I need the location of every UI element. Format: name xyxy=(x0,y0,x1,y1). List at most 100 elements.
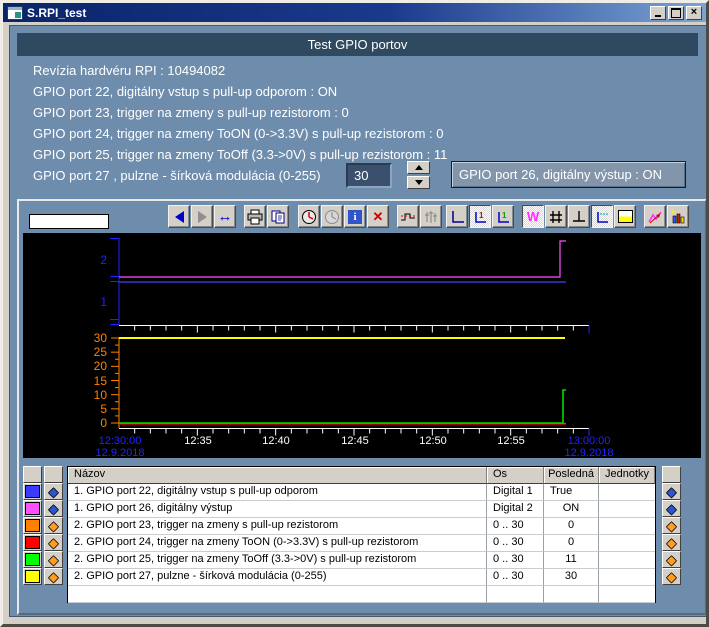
digital-tick-1: 1 xyxy=(100,295,107,309)
table-row[interactable]: 1. GPIO port 22, digitálny vstup s pull-… xyxy=(68,484,655,501)
info-line-gpio23: GPIO port 23, trigger na zmeny s pull-up… xyxy=(33,105,349,123)
trend-textbox[interactable] xyxy=(29,214,109,229)
color-swatch-button[interactable] xyxy=(23,534,42,551)
time-label-end: 13:00:00 xyxy=(568,435,611,447)
axis-time-icon xyxy=(594,209,610,225)
maximize-button[interactable] xyxy=(668,6,684,20)
diamond-icon: ◆ xyxy=(49,537,58,549)
column-header-axis[interactable]: Os xyxy=(487,467,544,484)
table-header-row: Názov Os Posledná Jednotky xyxy=(68,467,655,484)
y-tick-15: 15 xyxy=(94,374,108,388)
diamond-icon: ◆ xyxy=(49,554,58,566)
date-label-end: 12.9.2018 xyxy=(565,447,614,458)
axis-left-button[interactable] xyxy=(446,205,468,228)
table-row[interactable]: 1. GPIO port 26, digitálny výstup Digita… xyxy=(68,501,655,518)
arrow-up-icon xyxy=(415,165,423,170)
close-button[interactable]: × xyxy=(686,6,702,20)
back-button[interactable] xyxy=(168,205,190,228)
realtime-clock-button[interactable] xyxy=(298,205,320,228)
series-select-button[interactable]: ◆ xyxy=(44,551,63,568)
gpio26-toggle-button[interactable]: GPIO port 26, digitálny výstup : ON xyxy=(451,161,686,188)
back-icon xyxy=(175,211,184,223)
y-tick-20: 20 xyxy=(94,359,108,373)
cell-last: 11 xyxy=(544,552,599,569)
close-trend-button[interactable]: ✕ xyxy=(367,205,389,228)
trend-table: Názov Os Posledná Jednotky 1. GPIO port … xyxy=(67,466,656,603)
cell-last: ON xyxy=(544,501,599,518)
curves-button[interactable]: W xyxy=(522,205,544,228)
axis-1-red-button[interactable]: 1 xyxy=(469,205,491,228)
time-range-button[interactable]: ↔ xyxy=(214,205,236,228)
forward-button[interactable] xyxy=(191,205,213,228)
cell-axis: 0 .. 30 xyxy=(487,552,544,569)
cell-axis: 0 .. 30 xyxy=(487,569,544,586)
trend-chart-area[interactable]: 2 1 30 25 20 15 10 5 0 xyxy=(23,233,701,458)
axis-time-button[interactable] xyxy=(591,205,613,228)
info-icon: i xyxy=(348,210,362,224)
series-select-button[interactable]: ◆ xyxy=(44,500,63,517)
background-button[interactable] xyxy=(614,205,636,228)
axis-1-green-button[interactable]: 1 xyxy=(492,205,514,228)
pwm-value-input[interactable] xyxy=(346,163,392,188)
grid-button[interactable] xyxy=(545,205,567,228)
axis-l-icon xyxy=(449,209,465,225)
histogram-button[interactable] xyxy=(420,205,442,228)
print-button[interactable] xyxy=(244,205,266,228)
history-clock-button[interactable] xyxy=(321,205,343,228)
column-header-last[interactable]: Posledná xyxy=(544,467,599,484)
trend-chart: 2 1 30 25 20 15 10 5 0 xyxy=(23,233,701,458)
cell-units xyxy=(599,535,655,552)
swatch xyxy=(25,570,40,583)
cell-axis: 0 .. 30 xyxy=(487,518,544,535)
cell-axis: Digital 2 xyxy=(487,501,544,518)
color-swatch-button[interactable] xyxy=(23,551,42,568)
spinner-up-button[interactable] xyxy=(407,161,430,174)
yellow-box-icon xyxy=(618,210,633,223)
diamond-icon: ◆ xyxy=(667,537,676,549)
color-swatch-button[interactable] xyxy=(23,568,42,585)
printer-icon xyxy=(247,209,263,225)
table-row[interactable]: 2. GPIO port 23, trigger na zmeny s pull… xyxy=(68,518,655,535)
copy-button[interactable] xyxy=(267,205,289,228)
column-header-name[interactable]: Názov xyxy=(68,467,487,484)
cell-name: 1. GPIO port 22, digitálny vstup s pull-… xyxy=(68,484,487,501)
series-select-button-right[interactable]: ◆ xyxy=(662,483,681,500)
svg-text:1: 1 xyxy=(502,211,507,220)
color-swatch-button[interactable] xyxy=(23,517,42,534)
diamond-header-cell xyxy=(44,466,63,483)
diamond-icon: ◆ xyxy=(667,554,676,566)
minimize-button[interactable] xyxy=(650,6,666,20)
table-row[interactable]: 2. GPIO port 27, pulzne - šírková modulá… xyxy=(68,569,655,586)
time-label-start: 12:30:00 xyxy=(99,435,142,447)
series-select-button[interactable]: ◆ xyxy=(44,483,63,500)
y-tick-25: 25 xyxy=(94,345,108,359)
info-button[interactable]: i xyxy=(344,205,366,228)
forward-icon xyxy=(198,211,207,223)
cell-units xyxy=(599,518,655,535)
graph-type-button[interactable] xyxy=(667,205,689,228)
series-select-button[interactable]: ◆ xyxy=(44,534,63,551)
limits-button[interactable] xyxy=(397,205,419,228)
axis-bottom-button[interactable] xyxy=(568,205,590,228)
new-graph-button[interactable] xyxy=(644,205,666,228)
svg-text:1: 1 xyxy=(479,211,484,220)
series-select-button-right[interactable]: ◆ xyxy=(662,534,681,551)
diamond-icon: ◆ xyxy=(667,486,676,498)
color-swatch-button[interactable] xyxy=(23,483,42,500)
series-select-button-right[interactable]: ◆ xyxy=(662,500,681,517)
cell-name: 2. GPIO port 23, trigger na zmeny s pull… xyxy=(68,518,487,535)
axis-1-red-icon: 1 xyxy=(472,209,488,225)
series-select-button[interactable]: ◆ xyxy=(44,568,63,585)
color-swatch-button[interactable] xyxy=(23,500,42,517)
spinner-down-button[interactable] xyxy=(407,176,430,189)
table-row[interactable]: 2. GPIO port 24, trigger na zmeny ToON (… xyxy=(68,535,655,552)
time-label: 12:40 xyxy=(262,435,290,447)
y-tick-5: 5 xyxy=(100,402,107,416)
column-header-units[interactable]: Jednotky xyxy=(599,467,655,484)
series-select-button-right[interactable]: ◆ xyxy=(662,551,681,568)
series-select-button-right[interactable]: ◆ xyxy=(662,517,681,534)
series-select-button[interactable]: ◆ xyxy=(44,517,63,534)
titlebar[interactable]: S.RPI_test × xyxy=(3,3,706,22)
series-select-button-right[interactable]: ◆ xyxy=(662,568,681,585)
table-row[interactable]: 2. GPIO port 25, trigger na zmeny ToOff … xyxy=(68,552,655,569)
